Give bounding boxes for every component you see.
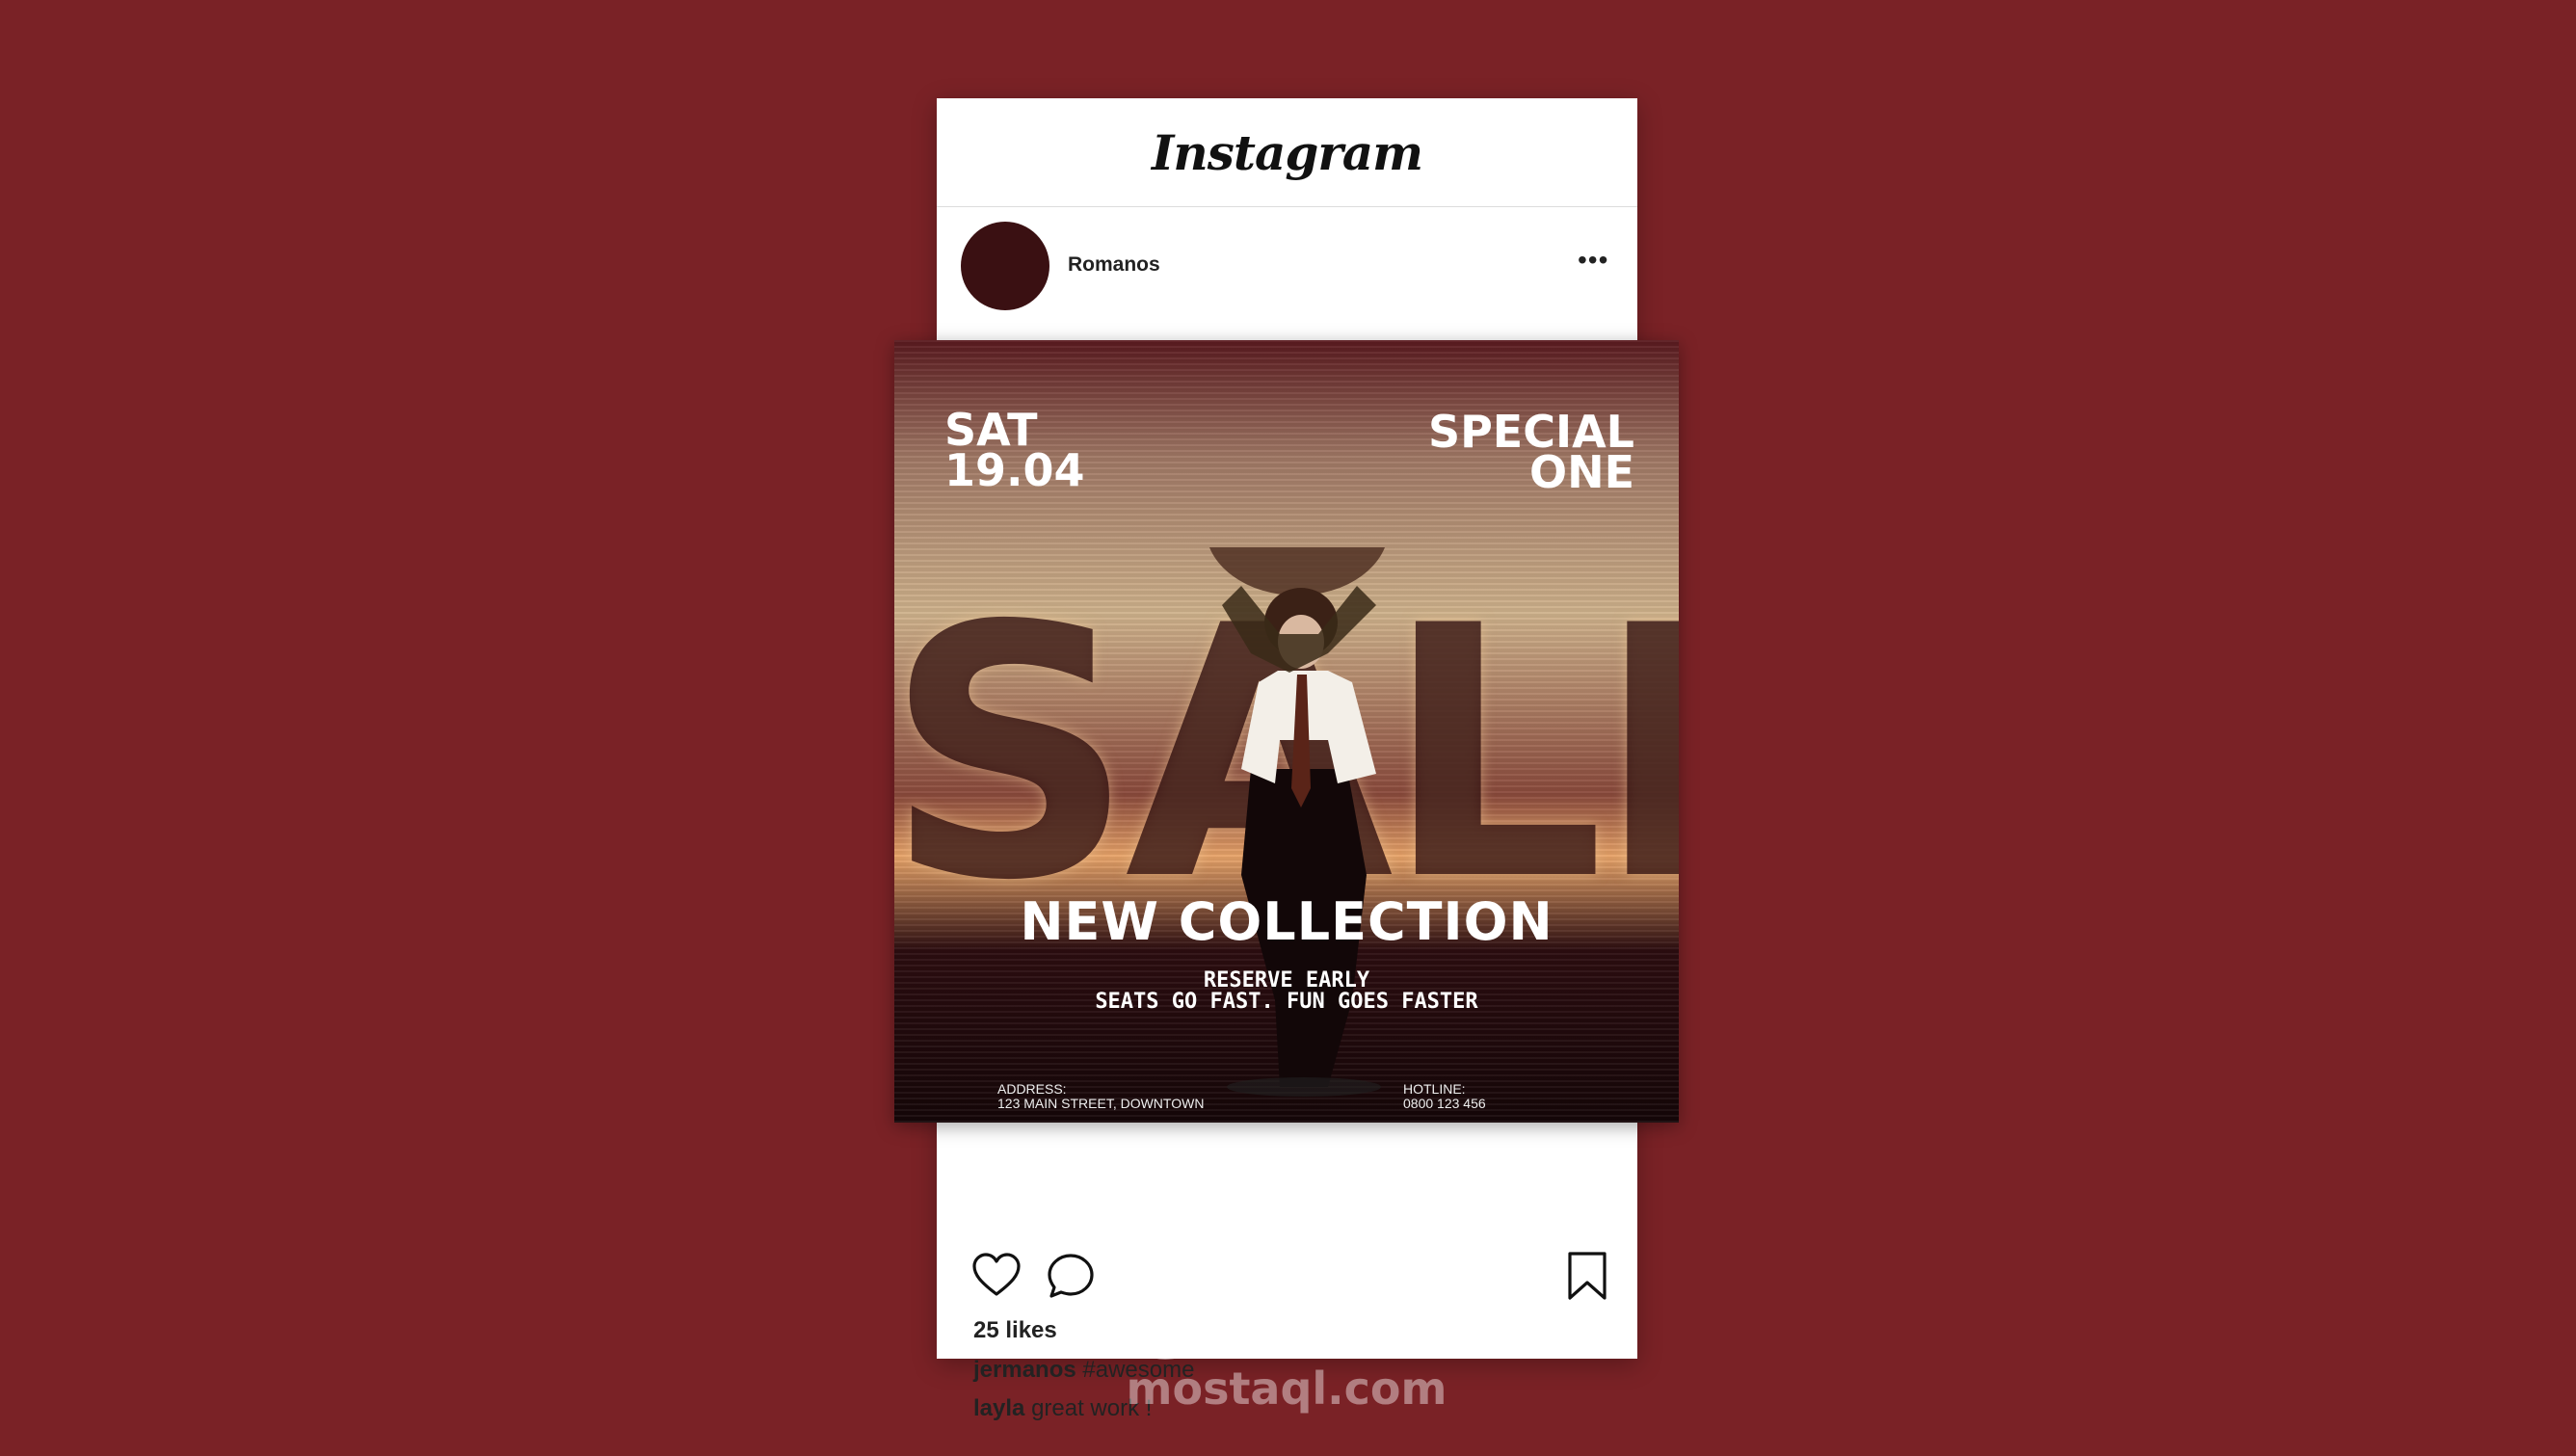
instagram-logo[interactable]: Instagram bbox=[1152, 124, 1423, 181]
special-label: SPECIAL ONE bbox=[1427, 406, 1634, 498]
address-text: ADDRESS: 123 MAIN STREET, DOWNTOWN bbox=[997, 1081, 1205, 1111]
watermark-latin: mostaql.com bbox=[1126, 1363, 1447, 1415]
post-image[interactable]: SALE SAT 19.04 SPECIAL ONE NEW COLLECTIO… bbox=[894, 340, 1679, 1123]
model-figure bbox=[1208, 547, 1386, 1097]
watermark: مستقل mostaql.com bbox=[1075, 1272, 1499, 1413]
bookmark-icon[interactable] bbox=[1566, 1251, 1608, 1306]
more-icon[interactable]: ••• bbox=[1578, 245, 1608, 276]
likes-count[interactable]: 25 likes bbox=[973, 1317, 1057, 1344]
post-username[interactable]: Romanos bbox=[1068, 253, 1160, 277]
avatar[interactable] bbox=[961, 222, 1049, 310]
watermark-arabic: مستقل bbox=[1134, 1270, 1439, 1366]
subline: RESERVE EARLY SEATS GO FAST. FUN GOES FA… bbox=[1095, 968, 1478, 1014]
headline: NEW COLLECTION bbox=[1020, 891, 1554, 952]
event-date: SAT 19.04 bbox=[944, 404, 1085, 496]
comment-user[interactable]: jermanos bbox=[973, 1357, 1076, 1383]
hotline-text: HOTLINE: 0800 123 456 bbox=[1403, 1081, 1486, 1111]
comment-user[interactable]: layla bbox=[973, 1395, 1024, 1421]
heart-icon[interactable] bbox=[971, 1253, 1022, 1302]
app-header: Instagram bbox=[937, 98, 1637, 207]
